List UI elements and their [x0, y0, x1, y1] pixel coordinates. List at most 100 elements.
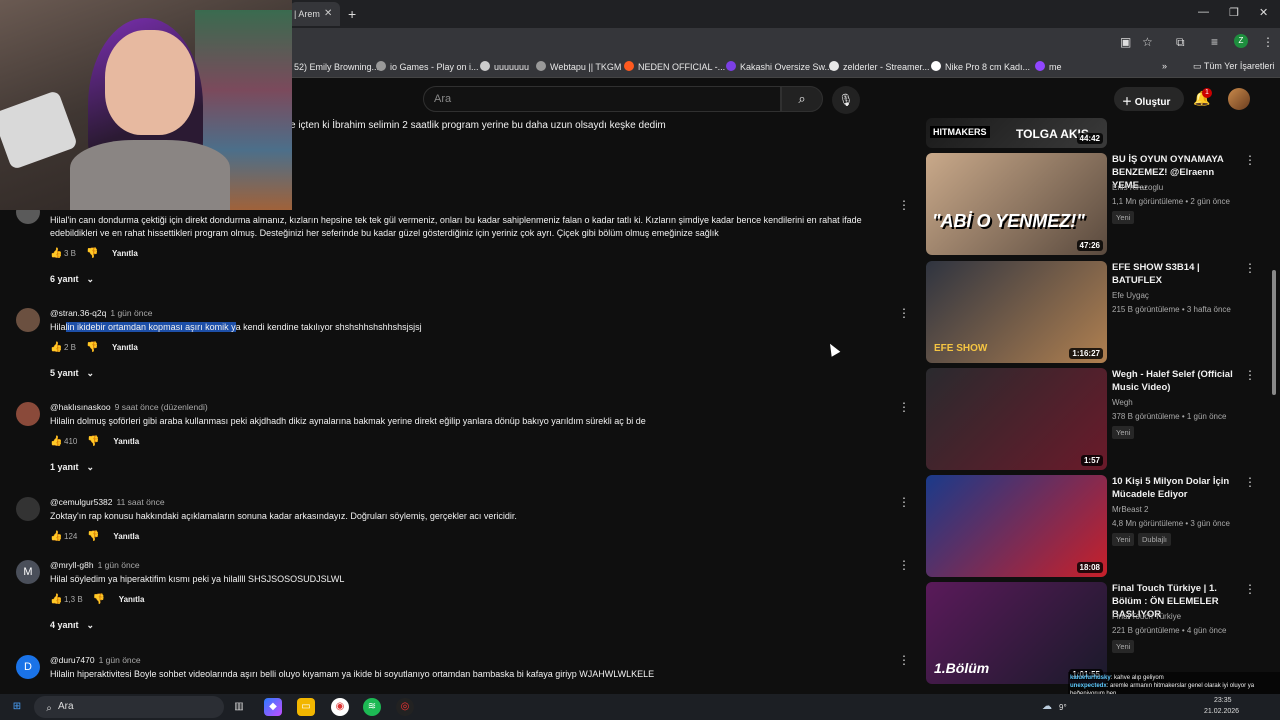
- bookmark-item[interactable]: uuuuuuu: [480, 61, 529, 72]
- replies-toggle[interactable]: 4 yanıt ⌄: [50, 620, 94, 631]
- bookmark-item[interactable]: zelderler - Streamer...: [829, 61, 930, 72]
- page-scrollbar[interactable]: [1272, 270, 1276, 395]
- media-controls-icon[interactable]: ≡: [1211, 35, 1218, 49]
- video-channel[interactable]: Final Touch Türkiye: [1112, 612, 1181, 621]
- video-thumbnail[interactable]: EFE SHOW 1:16:27: [926, 261, 1107, 363]
- video-channel[interactable]: Efe Uygaç: [1112, 291, 1149, 300]
- comment-author[interactable]: @cemulgur5382: [50, 497, 113, 507]
- all-bookmarks-folder[interactable]: ▭ Tüm Yer İşaretleri: [1193, 61, 1274, 72]
- comment-avatar[interactable]: [16, 402, 40, 426]
- bookmark-item[interactable]: NEDEN OFFICIAL -...: [624, 61, 725, 72]
- video-title[interactable]: Wegh - Halef Selef (Official Music Video…: [1112, 368, 1244, 394]
- video-title[interactable]: EFE SHOW S3B14 | BATUFLEX: [1112, 261, 1244, 287]
- comment-author[interactable]: @duru7470: [50, 655, 95, 665]
- replies-toggle[interactable]: 6 yanıt ⌄: [50, 274, 94, 285]
- create-button[interactable]: ＋ Oluştur: [1114, 87, 1184, 111]
- video-menu-icon[interactable]: ⋮: [1244, 261, 1256, 275]
- comment-avatar[interactable]: [16, 308, 40, 332]
- sidebar-video[interactable]: EFE SHOW 1:16:27 EFE SHOW S3B14 | BATUFLEX…: [926, 261, 1266, 363]
- bookmark-item[interactable]: Webtapu || TKGM: [536, 61, 621, 72]
- replies-toggle[interactable]: 1 yanıt ⌄: [50, 462, 94, 473]
- sidebar-video[interactable]: 1.Bölüm1:01:55Final Touch Türkiye | 1. B…: [926, 582, 1266, 684]
- comment-menu-icon[interactable]: ⋮: [898, 495, 910, 509]
- comment-menu-icon[interactable]: ⋮: [898, 306, 910, 320]
- bookmark-star-icon[interactable]: ☆: [1142, 35, 1153, 49]
- cast-icon[interactable]: ▣: [1120, 35, 1131, 49]
- dislike-icon[interactable]: 👎: [86, 342, 98, 353]
- sidebar-video[interactable]: HITMAKERS TOLGA AKIS 44:42: [926, 118, 1266, 148]
- restore-button[interactable]: ❐: [1229, 6, 1239, 19]
- comment-text-selection[interactable]: lin ikidebir ortamdan kopması aşırı komi…: [65, 322, 236, 332]
- video-channel[interactable]: Wegh: [1112, 398, 1133, 407]
- task-view-icon[interactable]: ▥: [230, 698, 248, 716]
- comment-menu-icon[interactable]: ⋮: [898, 198, 910, 212]
- video-menu-icon[interactable]: ⋮: [1244, 582, 1256, 596]
- tab-close-icon[interactable]: ✕: [324, 8, 332, 19]
- file-explorer-icon[interactable]: ▭: [297, 698, 315, 716]
- like-icon[interactable]: 👍: [50, 342, 62, 353]
- video-menu-icon[interactable]: ⋮: [1244, 153, 1256, 167]
- windows-start-icon[interactable]: ⊞: [8, 698, 26, 716]
- bookmark-item[interactable]: me: [1035, 61, 1062, 72]
- comment-menu-icon[interactable]: ⋮: [898, 400, 910, 414]
- comment-time[interactable]: 1 gün önce: [98, 560, 140, 570]
- comment-avatar[interactable]: M: [16, 560, 40, 584]
- browser-tab[interactable]: | Arem: [290, 2, 340, 26]
- dislike-icon[interactable]: 👎: [87, 531, 99, 542]
- comment-time[interactable]: 11 saat önce: [117, 497, 165, 507]
- browser-menu-icon[interactable]: ⋮: [1262, 35, 1274, 49]
- spotify-icon[interactable]: ≋: [363, 698, 381, 716]
- comment-avatar[interactable]: [16, 497, 40, 521]
- video-thumbnail[interactable]: 18:08: [926, 475, 1107, 577]
- profile-avatar[interactable]: Z: [1234, 34, 1248, 48]
- like-icon[interactable]: 👍: [50, 531, 62, 542]
- taskbar-time[interactable]: 23:35: [1214, 697, 1232, 704]
- comment-time[interactable]: 1 gün önce: [99, 655, 141, 665]
- video-channel[interactable]: Enis Kirazoglu: [1112, 183, 1163, 192]
- sidebar-video[interactable]: 18:08 10 Kişi 5 Milyon Dolar İçin Mücadel…: [926, 475, 1266, 577]
- dislike-icon[interactable]: 👎: [93, 594, 105, 605]
- video-title[interactable]: 10 Kişi 5 Milyon Dolar İçin Mücadele Edi…: [1112, 475, 1244, 501]
- sidebar-video[interactable]: 1:57 Wegh - Halef Selef (Official Music V…: [926, 368, 1266, 470]
- taskbar-date[interactable]: 21.02.2026: [1204, 708, 1239, 715]
- dislike-icon[interactable]: 👎: [87, 436, 99, 447]
- voice-search-button[interactable]: 🎙: [832, 86, 860, 114]
- search-button[interactable]: ⌕: [781, 86, 823, 112]
- bookmark-item[interactable]: io Games - Play on i...: [376, 61, 479, 72]
- chrome-icon[interactable]: ◉: [331, 698, 349, 716]
- bookmark-item[interactable]: Nike Pro 8 cm Kadı...: [931, 61, 1030, 72]
- video-thumbnail[interactable]: "ABİ O YENMEZ!" 47:26: [926, 153, 1107, 255]
- comment-time[interactable]: 9 saat önce (düzenlendi): [115, 402, 208, 412]
- account-avatar[interactable]: [1228, 88, 1250, 110]
- video-menu-icon[interactable]: ⋮: [1244, 475, 1256, 489]
- comment-menu-icon[interactable]: ⋮: [898, 558, 910, 572]
- comment-avatar[interactable]: D: [16, 655, 40, 679]
- dislike-icon[interactable]: 👎: [86, 248, 98, 259]
- video-thumbnail[interactable]: HITMAKERS TOLGA AKIS 44:42: [926, 118, 1107, 148]
- replies-toggle[interactable]: 5 yanıt ⌄: [50, 368, 94, 379]
- new-tab-button[interactable]: +: [348, 6, 356, 22]
- comment-author[interactable]: @haklısınaskoo: [50, 402, 111, 412]
- weather-icon[interactable]: ☁: [1038, 698, 1056, 716]
- like-icon[interactable]: 👍: [50, 436, 62, 447]
- bookmarks-overflow-button[interactable]: »: [1162, 61, 1167, 71]
- like-icon[interactable]: 👍: [50, 594, 62, 605]
- reply-button[interactable]: Yanıtla: [113, 532, 139, 541]
- minimize-button[interactable]: —: [1198, 6, 1209, 18]
- comment-menu-icon[interactable]: ⋮: [898, 653, 910, 667]
- bookmark-item[interactable]: Kakashi Oversize Sw...: [726, 61, 832, 72]
- video-thumbnail[interactable]: 1:57: [926, 368, 1107, 470]
- close-window-button[interactable]: ✕: [1259, 6, 1268, 19]
- comment-author[interactable]: @mryll-g8h: [50, 560, 94, 570]
- reply-button[interactable]: Yanıtla: [119, 595, 145, 604]
- taskbar-search[interactable]: Ara: [34, 696, 224, 718]
- reply-button[interactable]: Yanıtla: [112, 249, 138, 258]
- comment-author[interactable]: @stran.36-q2q: [50, 308, 106, 318]
- sidebar-video[interactable]: "ABİ O YENMEZ!" 47:26 BU İŞ OYUN OYNAMAYA …: [926, 153, 1266, 255]
- comment-time[interactable]: 1 gün önce: [110, 308, 152, 318]
- like-icon[interactable]: 👍: [50, 248, 62, 259]
- video-thumbnail[interactable]: 1.Bölüm1:01:55: [926, 582, 1107, 684]
- bookmark-item[interactable]: 52) Emily Browning...: [280, 61, 379, 72]
- extensions-icon[interactable]: ⧉: [1176, 35, 1185, 50]
- reply-button[interactable]: Yanıtla: [113, 437, 139, 446]
